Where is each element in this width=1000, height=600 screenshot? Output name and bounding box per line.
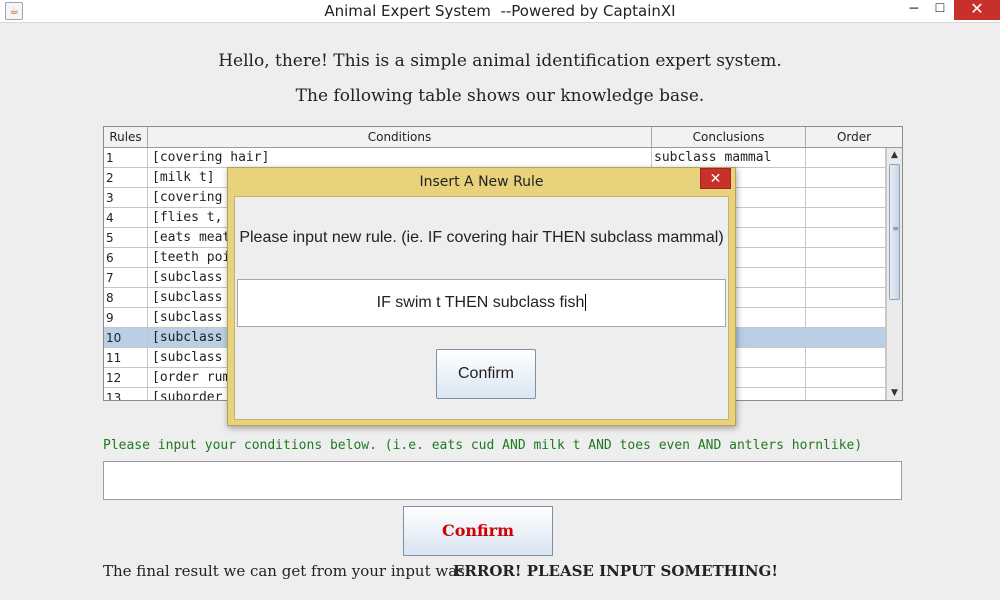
order-cell[interactable] <box>806 388 886 400</box>
order-cell[interactable] <box>806 148 886 168</box>
order-cell[interactable] <box>806 208 886 228</box>
rule-number-cell[interactable]: 1 <box>104 148 148 168</box>
header-conditions[interactable]: Conditions <box>148 127 652 147</box>
rule-number-cell[interactable]: 7 <box>104 268 148 288</box>
dialog-close-button[interactable]: ✕ <box>700 168 731 189</box>
conditions-hint: Please input your conditions below. (i.e… <box>103 438 863 453</box>
rule-number-cell[interactable]: 11 <box>104 348 148 368</box>
result-value: ERROR! PLEASE INPUT SOMETHING! <box>453 562 778 580</box>
rule-number-cell[interactable]: 3 <box>104 188 148 208</box>
rule-number-cell[interactable]: 8 <box>104 288 148 308</box>
conclusion-cell[interactable]: subclass mammal <box>652 148 806 168</box>
order-cell[interactable] <box>806 288 886 308</box>
order-cell[interactable] <box>806 328 886 348</box>
close-window-button[interactable]: ✕ <box>954 0 1000 20</box>
order-cell[interactable] <box>806 268 886 288</box>
scroll-thumb[interactable]: ≡ <box>889 164 900 300</box>
scroll-down-arrow-icon[interactable]: ▼ <box>887 386 902 400</box>
rule-number-cell[interactable]: 5 <box>104 228 148 248</box>
grip-icon: ≡ <box>892 224 899 233</box>
order-cell[interactable] <box>806 248 886 268</box>
condition-cell[interactable]: [covering hair] <box>148 148 652 168</box>
header-order[interactable]: Order <box>806 127 902 147</box>
intro-greeting: Hello, there! This is a simple animal id… <box>218 51 782 71</box>
dialog-confirm-button[interactable]: Confirm <box>436 349 536 399</box>
rule-number-cell[interactable]: 4 <box>104 208 148 228</box>
order-cell[interactable] <box>806 168 886 188</box>
conditions-input[interactable] <box>103 461 902 500</box>
window-title: Animal Expert System --Powered by Captai… <box>324 2 676 20</box>
rule-number-cell[interactable]: 6 <box>104 248 148 268</box>
window-titlebar: ☕ Animal Expert System --Powered by Capt… <box>0 0 1000 23</box>
text-caret <box>585 294 587 312</box>
minimize-button[interactable]: ─ <box>904 0 924 20</box>
table-scrollbar[interactable]: ▲ ≡ ▼ <box>886 148 902 400</box>
result-label: The final result we can get from your in… <box>103 562 470 580</box>
order-cell[interactable] <box>806 308 886 328</box>
order-cell[interactable] <box>806 188 886 208</box>
intro-table-caption: The following table shows our knowledge … <box>295 86 705 106</box>
dialog-body: Please input new rule. (ie. IF covering … <box>234 196 729 420</box>
header-rules[interactable]: Rules <box>104 127 148 147</box>
maximize-button[interactable]: ☐ <box>930 0 950 20</box>
confirm-button[interactable]: Confirm <box>403 506 553 556</box>
order-cell[interactable] <box>806 348 886 368</box>
rule-number-cell[interactable]: 2 <box>104 168 148 188</box>
order-cell[interactable] <box>806 368 886 388</box>
insert-rule-dialog: Insert A New Rule ✕ Please input new rul… <box>227 167 736 426</box>
header-conclusions[interactable]: Conclusions <box>652 127 806 147</box>
rule-number-cell[interactable]: 13 <box>104 388 148 400</box>
new-rule-input[interactable]: IF swim t THEN subclass fish <box>237 279 726 327</box>
table-row[interactable]: 1 [covering hair] subclass mammal <box>104 148 886 168</box>
scroll-up-arrow-icon[interactable]: ▲ <box>887 148 902 162</box>
dialog-prompt: Please input new rule. (ie. IF covering … <box>239 229 724 246</box>
table-header: Rules Conditions Conclusions Order <box>104 127 902 148</box>
rule-number-cell[interactable]: 12 <box>104 368 148 388</box>
rule-number-cell[interactable]: 10 <box>104 328 148 348</box>
new-rule-input-value: IF swim t THEN subclass fish <box>376 294 585 311</box>
rule-number-cell[interactable]: 9 <box>104 308 148 328</box>
order-cell[interactable] <box>806 228 886 248</box>
dialog-title: Insert A New Rule <box>419 174 544 190</box>
